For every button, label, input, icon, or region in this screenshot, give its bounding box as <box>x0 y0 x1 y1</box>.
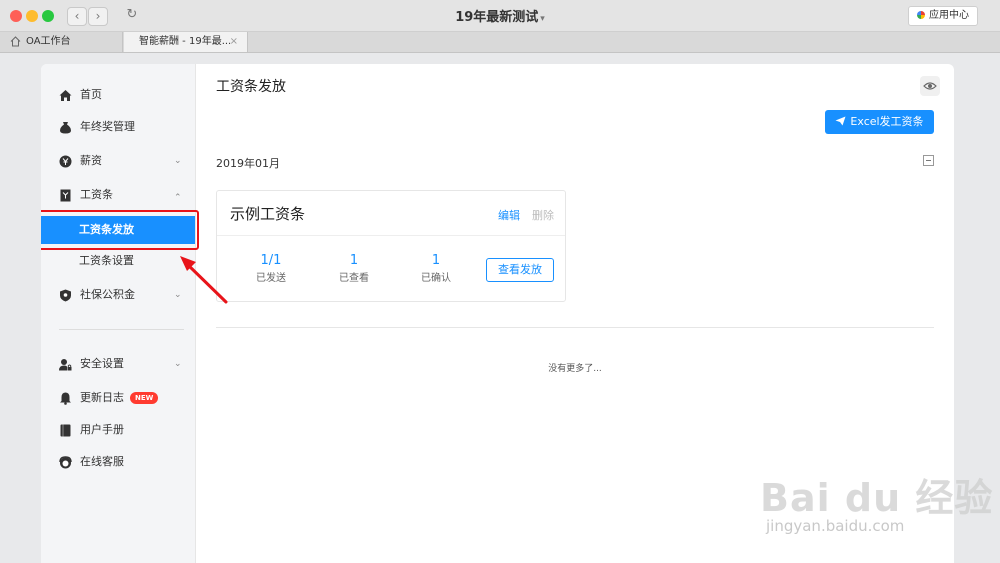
sidebar-item-changelog[interactable]: 更新日志 NEW <box>41 386 195 410</box>
sidebar-item-social-security[interactable]: 社保公积金 ⌄ <box>41 283 195 307</box>
money-bag-icon <box>60 122 71 134</box>
sidebar: 首页 年终奖管理 薪资 ⌄ 工资条 ⌃ 工资条发放 工资条设置 社保公积金 ⌄ <box>41 64 199 563</box>
content-divider <box>216 327 934 328</box>
edit-link[interactable]: 编辑 <box>498 207 520 223</box>
bell-icon <box>60 392 71 405</box>
stat-sent: 1/1 已发送 <box>256 253 286 284</box>
app-center-button[interactable]: 应用中心 <box>908 6 978 26</box>
send-icon <box>835 116 846 126</box>
view-issue-button[interactable]: 查看发放 <box>486 258 554 282</box>
stat-viewed: 1 已查看 <box>339 253 369 284</box>
sidebar-item-security-settings[interactable]: 安全设置 ⌄ <box>41 352 195 376</box>
app-center-icon <box>917 11 925 19</box>
chevron-up-icon: ⌃ <box>174 193 182 203</box>
window-titlebar: ‹ › ↻ 19年最新测试 ▾ 应用中心 <box>0 0 1000 32</box>
tab-oa-workbench[interactable]: OA工作台 <box>0 32 123 52</box>
sidebar-item-payslip[interactable]: 工资条 ⌃ <box>41 183 195 207</box>
delete-link[interactable]: 删除 <box>532 207 554 223</box>
new-badge: NEW <box>130 392 159 404</box>
sidebar-item-salary[interactable]: 薪资 ⌄ <box>41 149 195 173</box>
home-icon <box>10 36 21 47</box>
book-icon <box>60 424 71 437</box>
user-lock-icon <box>59 359 72 371</box>
back-button[interactable]: ‹ <box>67 7 87 26</box>
month-label: 2019年01月 <box>216 157 280 170</box>
payslip-icon <box>60 189 71 202</box>
eye-icon <box>923 82 937 90</box>
page-title: 工资条发放 <box>216 79 286 95</box>
chevron-down-icon: ⌄ <box>174 156 182 166</box>
sidebar-item-bonus[interactable]: 年终奖管理 <box>41 115 195 139</box>
excel-send-payslip-button[interactable]: Excel发工资条 <box>825 110 934 134</box>
highlight-box <box>41 210 199 250</box>
chevron-down-icon: ⌄ <box>174 290 182 300</box>
sidebar-item-payslip-settings[interactable]: 工资条设置 <box>41 249 195 273</box>
sidebar-item-home[interactable]: 首页 <box>41 83 195 107</box>
zoom-window-button[interactable] <box>42 10 54 22</box>
eye-toggle-button[interactable] <box>920 76 940 96</box>
minimize-window-button[interactable] <box>26 10 38 22</box>
sidebar-divider <box>59 329 184 330</box>
no-more-text: 没有更多了... <box>548 364 602 374</box>
sidebar-item-user-manual[interactable]: 用户手册 <box>41 418 195 442</box>
home-icon <box>59 90 72 101</box>
stat-confirmed: 1 已确认 <box>421 253 451 284</box>
collapse-icon[interactable] <box>923 155 934 166</box>
card-title: 示例工资条 <box>230 205 306 223</box>
headset-icon <box>59 456 72 469</box>
chevron-down-icon: ⌄ <box>174 359 182 369</box>
tab-smart-salary[interactable]: 智能薪酬 - 19年最... × <box>124 32 248 52</box>
payslip-card: 示例工资条 编辑 删除 1/1 已发送 1 已查看 1 已确认 查看发放 <box>216 190 566 302</box>
window-title[interactable]: 19年最新测试 ▾ <box>0 6 1000 25</box>
chevron-down-icon: ▾ <box>540 14 545 24</box>
baidu-watermark-url: jingyan.baidu.com <box>766 517 905 535</box>
card-divider <box>217 235 565 236</box>
yen-coin-icon <box>59 155 72 168</box>
tab-bar: OA工作台 智能薪酬 - 19年最... × <box>0 32 1000 53</box>
forward-button[interactable]: › <box>88 7 108 26</box>
close-tab-icon[interactable]: × <box>230 32 238 52</box>
close-window-button[interactable] <box>10 10 22 22</box>
shield-icon <box>60 289 71 302</box>
baidu-watermark-logo: Bai du 经验 <box>760 476 994 520</box>
sidebar-item-online-support[interactable]: 在线客服 <box>41 450 195 474</box>
reload-button[interactable]: ↻ <box>123 7 141 24</box>
